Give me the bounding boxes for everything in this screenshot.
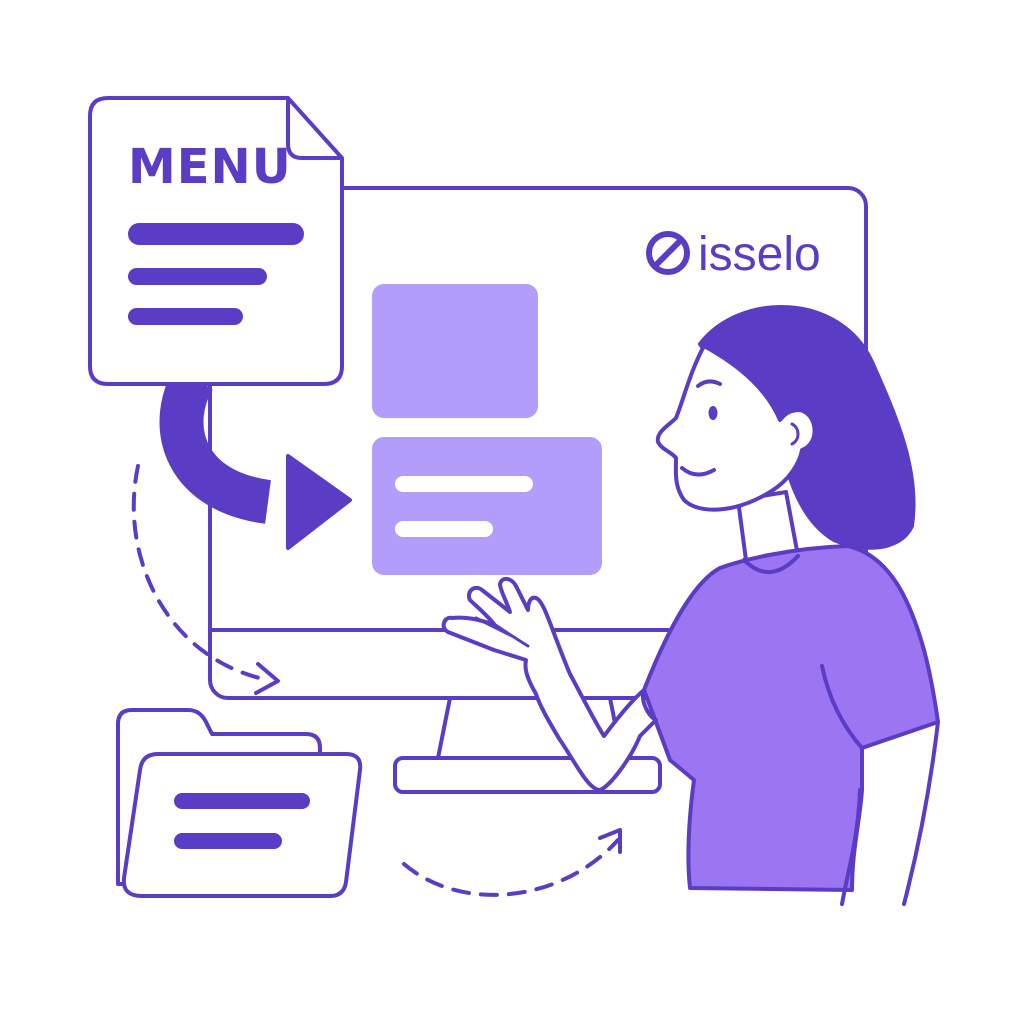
- person-eye: [708, 406, 718, 420]
- menu-document-line-1: [128, 223, 304, 245]
- screen-text-card: [372, 437, 602, 575]
- folder-front: [121, 752, 363, 898]
- menu-document: MENU: [88, 96, 344, 386]
- dashed-arrow-bottom: [402, 828, 622, 897]
- screen-text-line-1: [395, 476, 533, 492]
- menu-document-line-2: [128, 268, 267, 285]
- person-shirt: [642, 544, 940, 892]
- menu-document-title: MENU: [128, 139, 292, 195]
- folder: [116, 708, 363, 898]
- illustration-scene: isselo MENU: [88, 96, 940, 906]
- folder-line-2: [174, 833, 282, 849]
- menu-document-line-3: [128, 308, 243, 325]
- person-right-arm: [902, 720, 940, 906]
- screen-text-line-2: [395, 521, 493, 537]
- folder-line-1: [174, 793, 310, 809]
- screen-image-card: [372, 284, 538, 418]
- brand-name: isselo: [698, 228, 821, 281]
